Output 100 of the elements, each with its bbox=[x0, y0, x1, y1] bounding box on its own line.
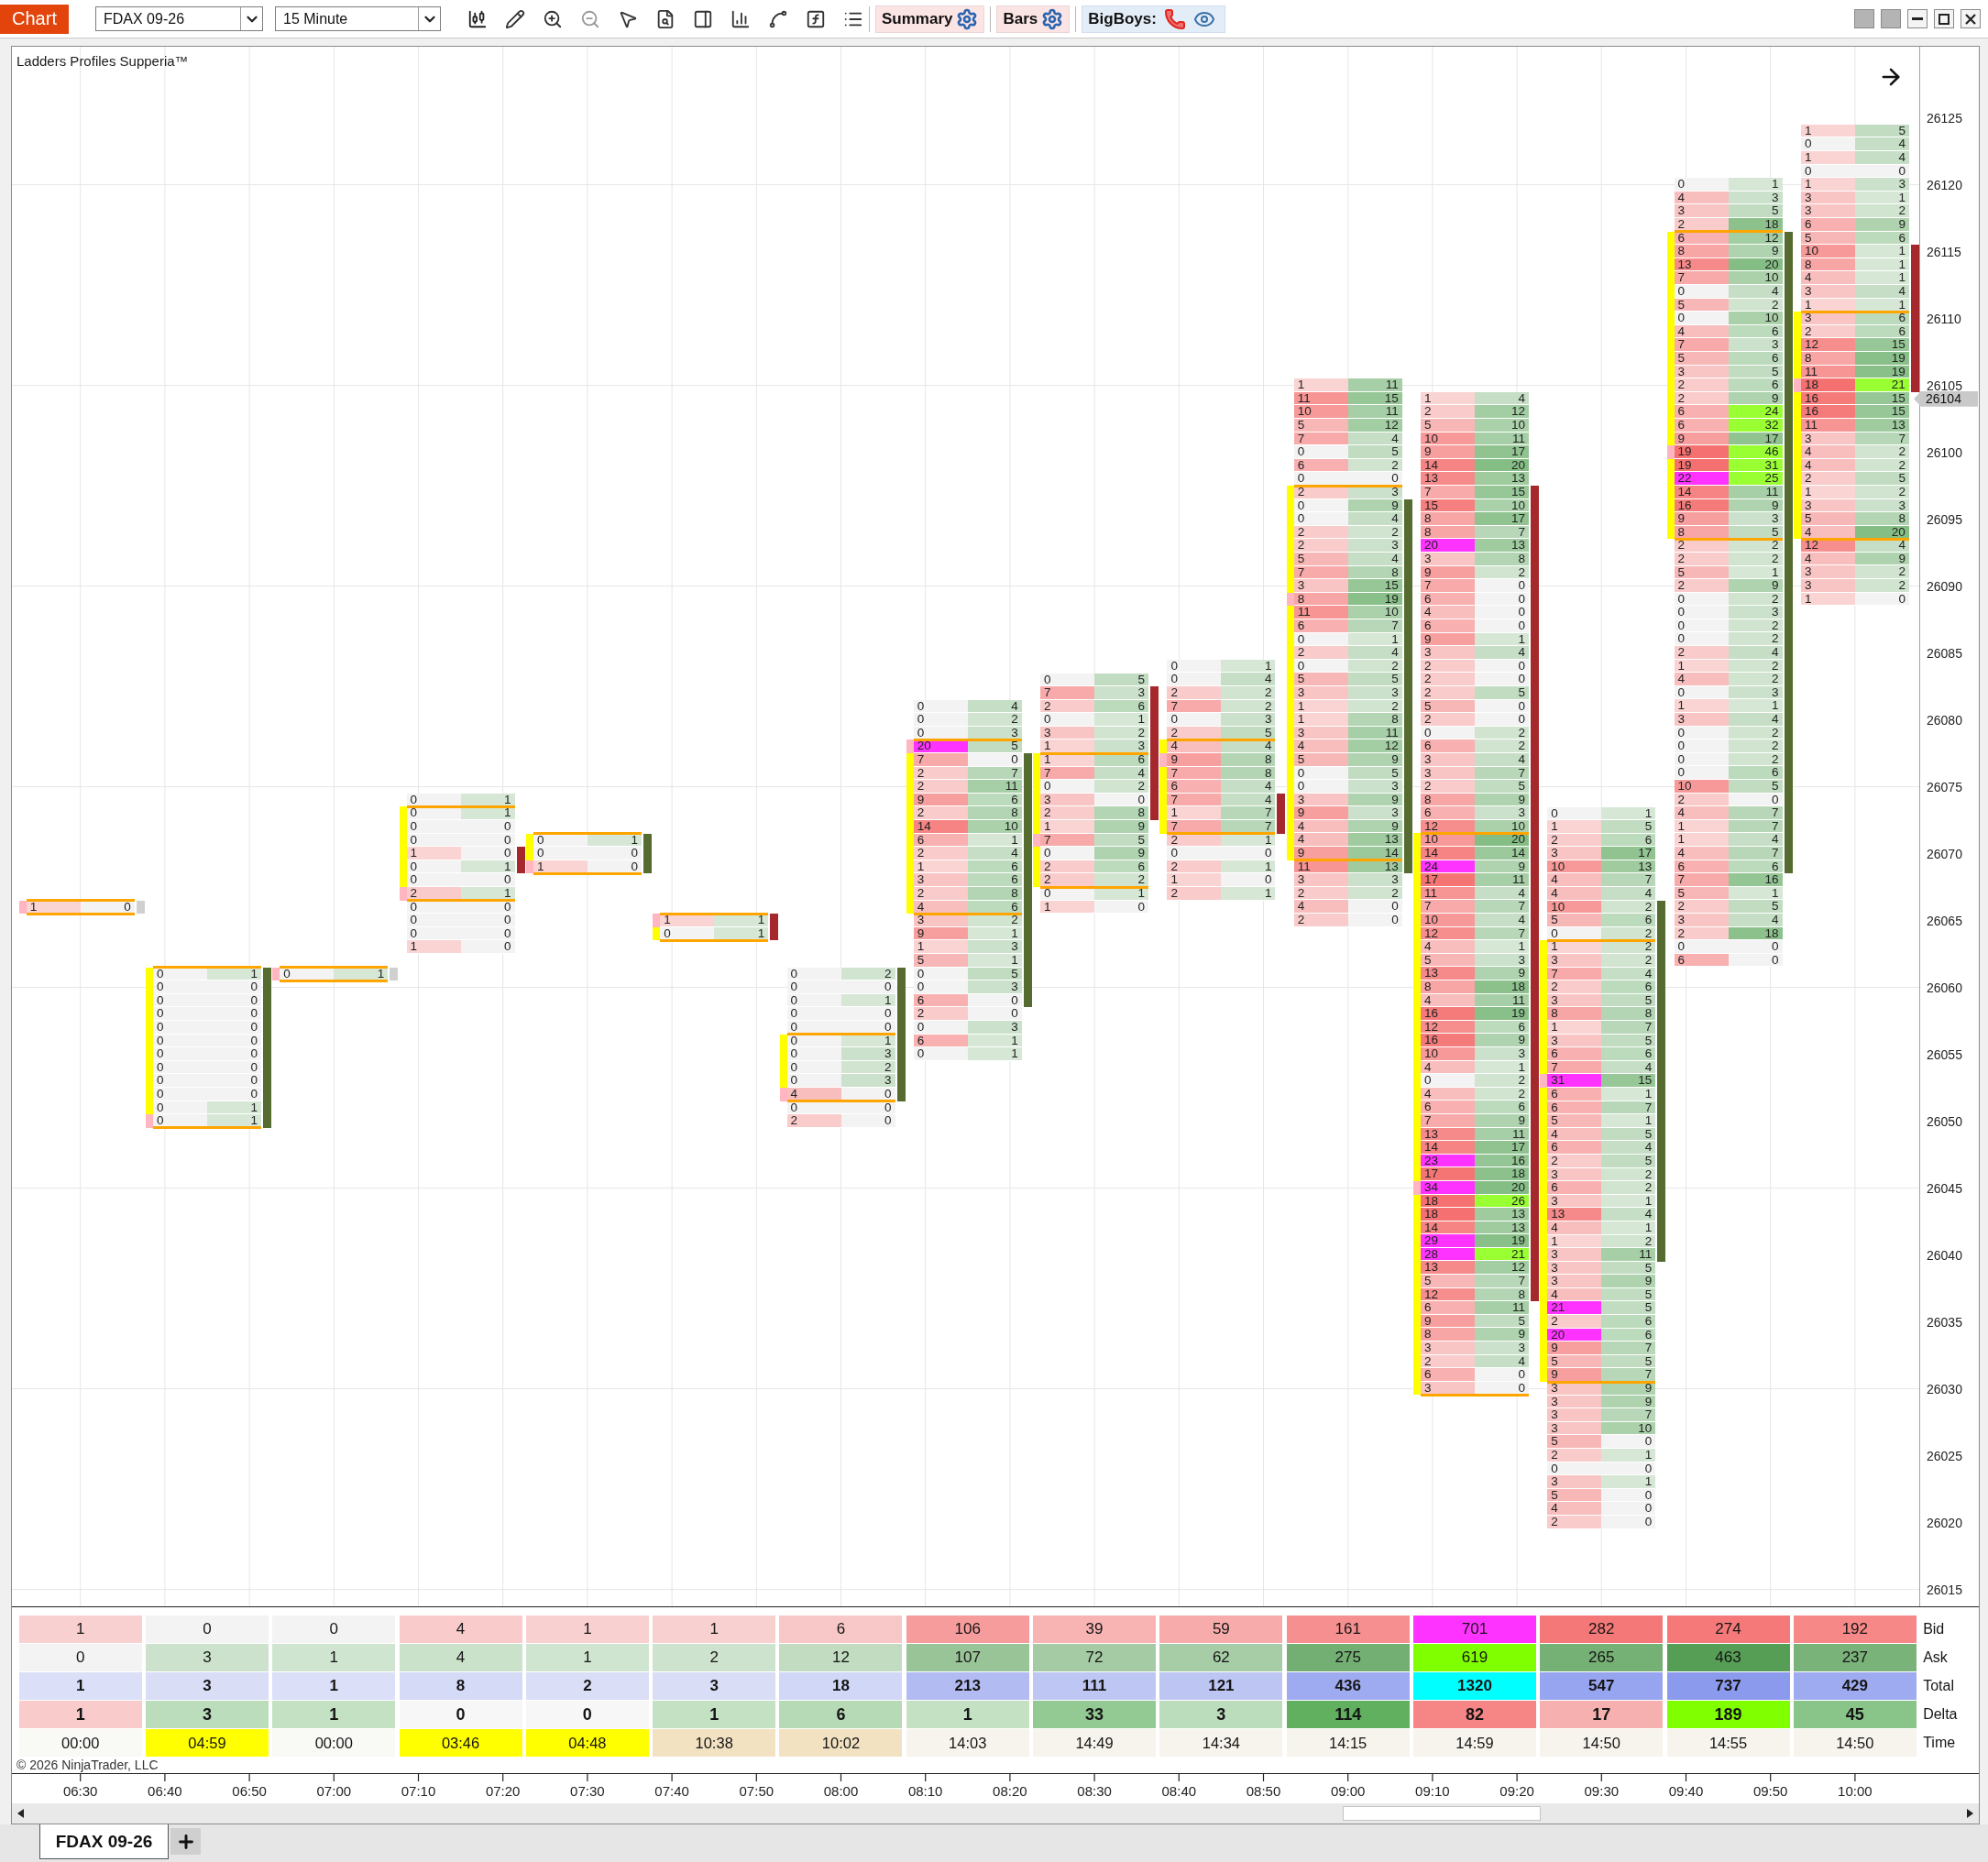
bid-volume-cell: 0 bbox=[1167, 847, 1222, 860]
bid-volume-cell: 4 bbox=[1293, 739, 1348, 753]
bid-volume-cell: 2 bbox=[1421, 780, 1475, 794]
ask-volume-cell: 0 bbox=[1475, 579, 1529, 593]
function-icon[interactable] bbox=[806, 8, 826, 29]
summary-button[interactable]: Summary bbox=[875, 5, 985, 33]
time-label: 07:20 bbox=[485, 1783, 521, 1800]
time-label: 08:00 bbox=[823, 1783, 859, 1800]
bar-duration-cell: 14:34 bbox=[1159, 1729, 1283, 1757]
time-label: 07:50 bbox=[739, 1783, 774, 1800]
bid-volume-cell: 0 bbox=[1040, 713, 1095, 727]
candlestick-icon[interactable] bbox=[467, 8, 488, 29]
ask-volume-cell: 4 bbox=[1475, 914, 1529, 927]
delta-cell: 33 bbox=[1033, 1701, 1157, 1728]
ask-volume-cell: 4 bbox=[1347, 646, 1402, 660]
pencil-icon[interactable] bbox=[505, 8, 525, 29]
bid-volume-cell: 7 bbox=[1421, 486, 1475, 499]
chart-title: Ladders Profiles Supperia™ bbox=[16, 53, 189, 69]
close-button[interactable] bbox=[1961, 9, 1981, 28]
ask-total-cell: 107 bbox=[906, 1644, 1029, 1671]
ask-volume-cell: 9 bbox=[1475, 1328, 1529, 1342]
ask-volume-cell: 9 bbox=[1475, 967, 1529, 980]
bid-volume-cell: 10 bbox=[1674, 780, 1729, 794]
price-label: 26035 bbox=[1927, 1314, 1962, 1330]
ask-volume-cell: 4 bbox=[1854, 285, 1909, 299]
ask-volume-cell: 4 bbox=[1347, 512, 1402, 526]
ask-volume-cell: 2 bbox=[1728, 632, 1783, 647]
ask-volume-cell: 1 bbox=[1094, 713, 1149, 727]
ask-volume-cell: 4 bbox=[1854, 137, 1909, 152]
bars-button[interactable]: Bars bbox=[996, 5, 1071, 33]
ask-volume-cell: 4 bbox=[967, 699, 1022, 714]
ask-volume-cell: 3 bbox=[1728, 606, 1783, 619]
bid-total-cell: 0 bbox=[146, 1616, 269, 1643]
bid-volume-cell: 1 bbox=[406, 940, 461, 954]
bid-volume-cell: 1 bbox=[1547, 820, 1602, 834]
volume-total-cell: 1320 bbox=[1412, 1672, 1536, 1700]
bid-volume-cell: 5 bbox=[1421, 1275, 1475, 1288]
bid-volume-cell: 17 bbox=[1421, 1167, 1475, 1181]
ask-volume-cell: 0 bbox=[1475, 673, 1529, 686]
document-search-icon[interactable] bbox=[655, 8, 675, 29]
ask-volume-cell: 3 bbox=[840, 1047, 895, 1061]
bid-volume-cell: 4 bbox=[1547, 873, 1602, 888]
bid-volume-cell: 4 bbox=[1293, 900, 1348, 915]
bid-volume-cell: 0 bbox=[1674, 632, 1729, 647]
bid-volume-cell: 2 bbox=[913, 847, 968, 860]
ask-volume-cell: 0 bbox=[1601, 1502, 1656, 1516]
ask-volume-cell: 0 bbox=[1347, 914, 1402, 927]
ask-volume-cell: 3 bbox=[1854, 178, 1909, 192]
price-label: 26020 bbox=[1927, 1515, 1962, 1530]
ask-volume-cell: 8 bbox=[1854, 512, 1909, 526]
bid-volume-cell: 2 bbox=[1167, 686, 1222, 700]
delta-cell: 1 bbox=[906, 1701, 1029, 1728]
ask-volume-cell: 17 bbox=[1601, 847, 1656, 860]
bid-volume-cell: 9 bbox=[1421, 445, 1475, 459]
time-label: 09:40 bbox=[1668, 1783, 1704, 1800]
instrument-dropdown[interactable]: FDAX 09-26 bbox=[95, 6, 263, 31]
bid-volume-cell: 14 bbox=[1421, 1141, 1475, 1155]
ask-volume-cell: 6 bbox=[967, 873, 1022, 887]
phone-icon[interactable] bbox=[1163, 7, 1186, 30]
ask-total-cell: 619 bbox=[1412, 1644, 1536, 1671]
chart-tab[interactable]: FDAX 09-26 bbox=[39, 1824, 169, 1859]
bid-volume-cell: 4 bbox=[1674, 673, 1729, 686]
ask-volume-cell: 11 bbox=[1347, 378, 1402, 392]
left-triangle-icon[interactable] bbox=[17, 1809, 24, 1818]
zoom-out-icon[interactable] bbox=[580, 8, 600, 29]
bid-volume-cell: 3 bbox=[1421, 646, 1475, 660]
chart-button[interactable]: Chart bbox=[0, 4, 69, 34]
ask-volume-cell: 12 bbox=[1347, 419, 1402, 433]
ask-volume-cell: 0 bbox=[207, 980, 261, 994]
bid-volume-cell: 2 bbox=[1674, 378, 1729, 392]
bid-volume-cell: 20 bbox=[1421, 539, 1475, 553]
ask-volume-cell: 0 bbox=[587, 847, 642, 860]
bar-chart-icon[interactable] bbox=[730, 8, 751, 29]
ask-volume-cell: 0 bbox=[840, 1114, 895, 1128]
minimize-button[interactable] bbox=[1907, 9, 1928, 28]
ask-volume-cell: 0 bbox=[1475, 606, 1529, 619]
zoom-in-icon[interactable] bbox=[543, 8, 563, 29]
ask-volume-cell: 17 bbox=[1475, 445, 1529, 459]
right-triangle-icon[interactable] bbox=[1967, 1809, 1973, 1818]
ask-volume-cell: 0 bbox=[460, 847, 515, 860]
panel-icon[interactable] bbox=[693, 8, 713, 29]
add-tab-button[interactable] bbox=[170, 1828, 201, 1855]
ask-volume-cell: 4 bbox=[1728, 646, 1783, 660]
ask-volume-cell: 10 bbox=[1475, 419, 1529, 433]
bid-volume-cell: 17 bbox=[1421, 873, 1475, 887]
ask-volume-cell: 0 bbox=[967, 1007, 1022, 1021]
interval-dropdown[interactable]: 15 Minute bbox=[275, 6, 441, 31]
scrollbar-track[interactable] bbox=[12, 1803, 1979, 1824]
ask-volume-cell: 10 bbox=[1347, 606, 1402, 619]
scrollbar-thumb[interactable] bbox=[1343, 1806, 1542, 1821]
bid-total-cell: 1 bbox=[18, 1616, 142, 1643]
ask-volume-cell: 0 bbox=[207, 1021, 261, 1035]
bid-volume-cell: 8 bbox=[1547, 1007, 1602, 1021]
spline-icon[interactable] bbox=[768, 8, 788, 29]
maximize-button[interactable] bbox=[1934, 9, 1954, 28]
bid-volume-cell: 18 bbox=[1800, 378, 1855, 392]
ask-volume-cell: 4 bbox=[1475, 391, 1529, 406]
minimize-icon bbox=[1912, 17, 1923, 20]
bid-total-cell: 39 bbox=[1033, 1616, 1157, 1643]
ask-volume-cell: 5 bbox=[1728, 780, 1783, 794]
